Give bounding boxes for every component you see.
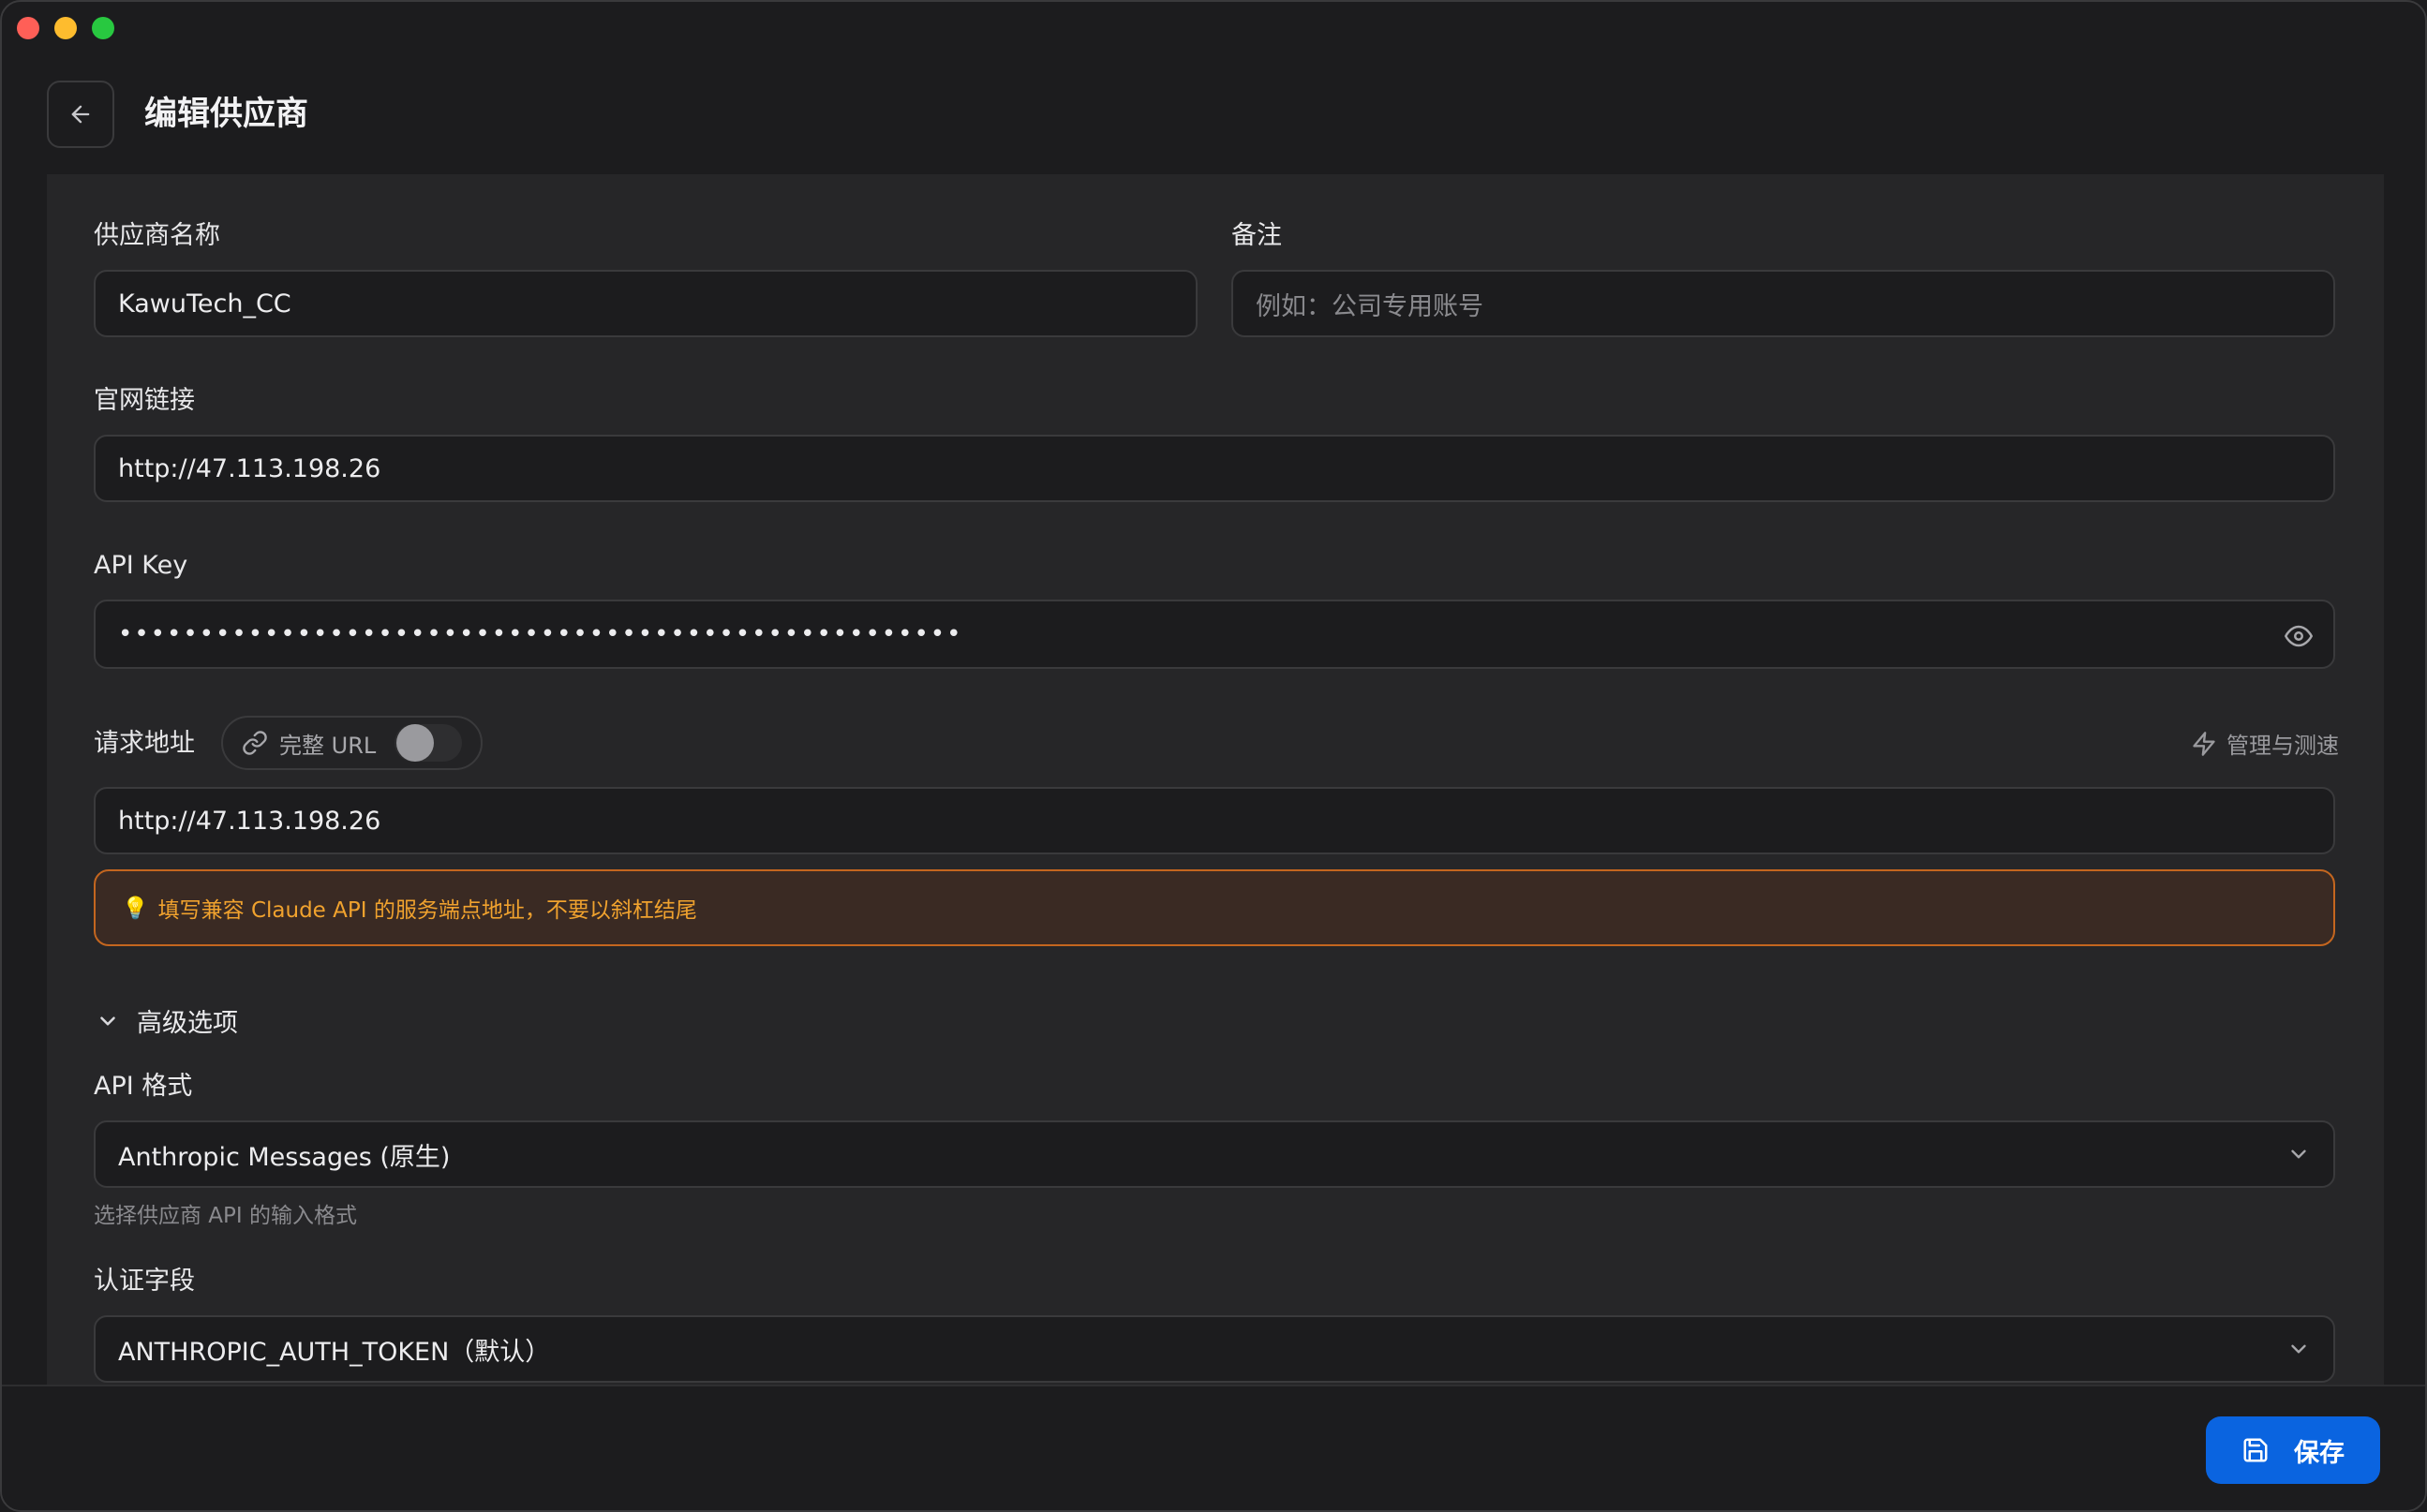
full-url-toggle-pill[interactable]: 完整 URL xyxy=(221,716,484,770)
request-url-label: 请求地址 xyxy=(94,729,195,758)
website-value: http://47.113.198.26 xyxy=(118,453,381,483)
api-key-masked-value: ••••••••••••••••••••••••••••••••••••••••… xyxy=(118,620,963,648)
auth-field-label: 认证字段 xyxy=(94,1267,195,1296)
app-window: 编辑供应商 供应商名称 KawuTech_CC 备注 例如：公司专用账号 官网链… xyxy=(0,0,2427,1512)
api-key-label: API Key xyxy=(94,551,188,580)
advanced-options-toggle[interactable]: 高级选项 xyxy=(96,1002,238,1039)
request-url-hint-text: 填写兼容 Claude API 的服务端点地址，不要以斜杠结尾 xyxy=(157,898,697,923)
request-url-hint: 💡 填写兼容 Claude API 的服务端点地址，不要以斜杠结尾 xyxy=(94,869,2335,946)
website-label: 官网链接 xyxy=(94,386,195,415)
floppy-disk-icon xyxy=(2243,1438,2268,1462)
chevron-down-icon xyxy=(2291,1344,2306,1354)
api-format-select[interactable]: Anthropic Messages (原生) xyxy=(94,1120,2335,1188)
chevron-down-icon xyxy=(100,1015,115,1026)
link-icon xyxy=(243,731,267,755)
form-content[interactable]: 供应商名称 KawuTech_CC 备注 例如：公司专用账号 官网链接 http… xyxy=(47,174,2384,1385)
api-format-help: 选择供应商 API 的输入格式 xyxy=(94,1204,358,1228)
website-input[interactable]: http://47.113.198.26 xyxy=(94,435,2335,502)
page-title: 编辑供应商 xyxy=(144,96,309,133)
lightbulb-icon: 💡 xyxy=(122,896,149,921)
provider-name-value: KawuTech_CC xyxy=(118,289,291,319)
provider-name-input[interactable]: KawuTech_CC xyxy=(94,270,1198,337)
api-format-label: API 格式 xyxy=(94,1072,193,1101)
eye-icon[interactable] xyxy=(2285,622,2313,650)
full-url-switch[interactable] xyxy=(395,724,463,762)
request-url-input[interactable]: http://47.113.198.26 xyxy=(94,787,2335,854)
full-url-label: 完整 URL xyxy=(279,732,377,759)
switch-knob xyxy=(396,724,435,762)
back-button[interactable] xyxy=(47,81,114,148)
auth-field-select[interactable]: ANTHROPIC_AUTH_TOKEN（默认） xyxy=(94,1315,2335,1383)
lightning-icon xyxy=(2193,731,2215,756)
arrow-left-icon xyxy=(71,105,90,124)
note-label: 备注 xyxy=(1231,221,1282,250)
note-placeholder: 例如：公司专用账号 xyxy=(1256,291,1483,321)
provider-name-label: 供应商名称 xyxy=(94,221,220,250)
request-url-value: http://47.113.198.26 xyxy=(118,806,381,836)
api-key-input[interactable]: ••••••••••••••••••••••••••••••••••••••••… xyxy=(94,600,2335,669)
advanced-options-label: 高级选项 xyxy=(137,1009,238,1038)
note-input[interactable]: 例如：公司专用账号 xyxy=(1231,270,2335,337)
save-button-label: 保存 xyxy=(2294,1438,2345,1468)
api-format-selected: Anthropic Messages (原生) xyxy=(118,1142,451,1172)
auth-field-selected: ANTHROPIC_AUTH_TOKEN（默认） xyxy=(118,1337,551,1367)
chevron-down-icon xyxy=(2291,1149,2306,1159)
footer-bar: 保存 xyxy=(2,1385,2425,1510)
manage-speedtest-label: 管理与测速 xyxy=(2226,733,2339,759)
page-header: 编辑供应商 xyxy=(2,2,2425,174)
manage-speedtest-link[interactable]: 管理与测速 xyxy=(2191,727,2339,760)
save-button[interactable]: 保存 xyxy=(2206,1416,2380,1484)
